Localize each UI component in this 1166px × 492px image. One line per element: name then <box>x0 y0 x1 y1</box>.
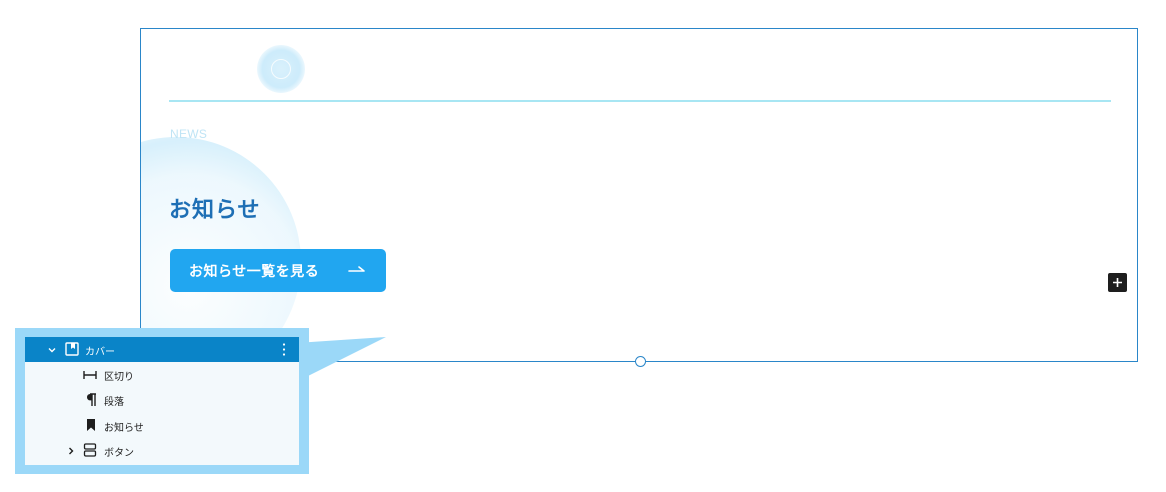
list-item-paragraph[interactable]: 段落 <box>25 387 299 412</box>
bubble-decoration-small <box>257 45 305 93</box>
news-heading[interactable]: お知らせ <box>169 192 261 224</box>
bookmark-icon <box>87 419 95 431</box>
buttons-icon <box>83 443 97 457</box>
separator-line[interactable] <box>169 100 1111 102</box>
list-item-heading[interactable]: お知らせ <box>25 413 299 438</box>
chevron-right-icon[interactable] <box>66 446 76 456</box>
news-list-button-label: お知らせ一覧を見る <box>189 263 320 280</box>
list-item-label: ボタン <box>104 448 134 459</box>
list-item-label: 段落 <box>104 397 124 408</box>
cover-block-icon <box>65 342 79 356</box>
resize-handle[interactable] <box>635 356 646 367</box>
separator-icon <box>83 371 97 379</box>
list-view-panel: カバー 区切り 段落 お知らせ ボタン <box>25 337 299 465</box>
list-item-buttons[interactable]: ボタン <box>25 438 299 463</box>
add-block-button[interactable] <box>1108 273 1127 292</box>
list-view-callout: カバー 区切り 段落 お知らせ ボタン <box>15 328 309 474</box>
plus-icon <box>1113 278 1122 287</box>
list-item-separator[interactable]: 区切り <box>25 362 299 387</box>
list-item-label: 区切り <box>104 372 134 383</box>
arrow-right-icon <box>348 266 365 272</box>
list-item-label: カバー <box>85 347 115 358</box>
news-list-button[interactable]: お知らせ一覧を見る <box>170 249 386 292</box>
chevron-down-icon[interactable] <box>47 345 57 355</box>
list-item-cover[interactable]: カバー <box>25 337 299 362</box>
news-label[interactable]: NEWS <box>170 127 207 141</box>
list-item-label: お知らせ <box>104 423 144 434</box>
paragraph-icon <box>87 393 96 406</box>
callout-pointer <box>296 337 386 382</box>
cover-block[interactable]: NEWS お知らせ お知らせ一覧を見る <box>140 28 1138 362</box>
more-vertical-icon[interactable] <box>280 342 288 357</box>
